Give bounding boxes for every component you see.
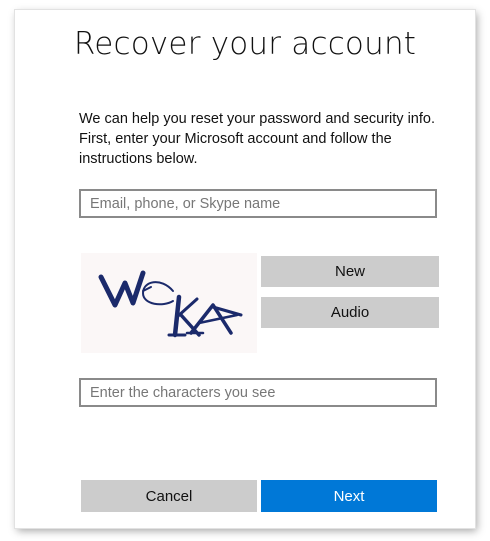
captcha-glyphs bbox=[98, 270, 243, 338]
recover-account-dialog: Recover your account We can help you res… bbox=[15, 10, 475, 528]
new-captcha-button[interactable]: New bbox=[261, 256, 439, 287]
captcha-input[interactable] bbox=[79, 378, 437, 407]
page-title: Recover your account bbox=[73, 26, 417, 62]
instructions-text: We can help you reset your password and … bbox=[79, 111, 435, 167]
captcha-image bbox=[81, 253, 257, 353]
next-button[interactable]: Next bbox=[261, 480, 437, 512]
cancel-button[interactable]: Cancel bbox=[81, 480, 257, 512]
email-input[interactable] bbox=[79, 189, 437, 218]
audio-captcha-button[interactable]: Audio bbox=[261, 297, 439, 328]
